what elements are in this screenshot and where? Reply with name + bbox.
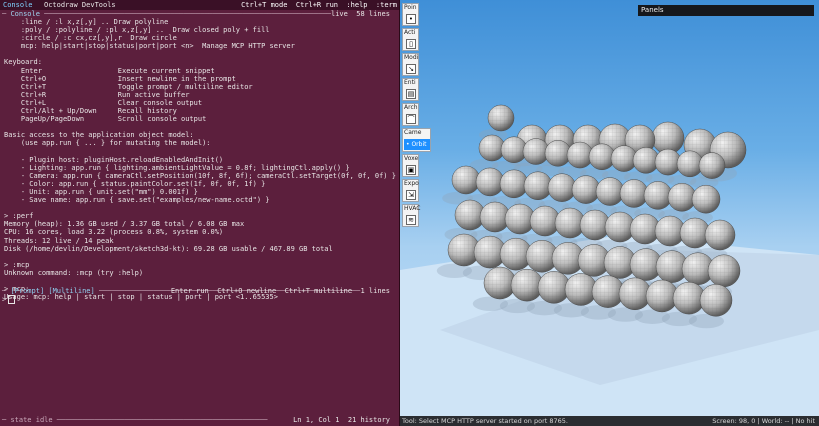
tab-console[interactable]: Console [3,0,33,10]
console-line: (use app.run { ... } for mutating the mo… [4,139,211,148]
export-icon: ⇲ [406,190,416,200]
console-line: - Save name: app.run { save.set("example… [4,196,270,205]
tool-export[interactable]: Expo ⇲ [402,179,419,202]
hvac-icon: ≋ [406,215,416,225]
orbit-button[interactable]: • Orbit [404,139,430,150]
hit-readout: Screen: 98, 0 | World: -- | No hit [712,417,815,425]
prompt-hints: Enter run Ctrl+O newline Ctrl+T multilin… [170,287,390,295]
console-line: Ctrl/Alt + Up/Down Recall history [4,107,177,116]
console-line: - Color: app.run { status.paintColor.set… [4,179,266,188]
prompt-mode-label: [Prompt] [Multiline] [10,287,95,295]
console-frame-title: ─ Console ──────────────────────────────… [2,10,390,18]
console-title: Console [10,10,40,18]
console-line-count: live 58 lines [330,10,390,18]
tool-palette: Poin • Acti ▯ Modi ↘ Enti ▤ Arch ⌒ Came • Orbi… [402,3,431,229]
viewport-3d[interactable]: Panels Poin • Acti ▯ Modi ↘ Enti ▤ Arch ⌒ Cam… [400,0,819,426]
console-line: - Unit: app.run { unit.set("mm") 0.001f)… [4,187,198,196]
console-line: :line / :l x,z[,y] .. Draw polyline [4,18,169,26]
tool-voxel[interactable]: Voxe ▣ [402,154,419,177]
console-line: - Camera: app.run { cameraCtl.setPositio… [4,171,396,180]
console-line: - Lighting: app.run { lighting.ambientLi… [4,163,350,172]
scene-canvas[interactable] [400,0,819,416]
cursor-position: Ln 1, Col 1 21 history [293,416,390,424]
entities-icon: ▤ [406,89,416,99]
console-line: Ctrl+O Insert newline in the prompt [4,74,236,83]
tab-devtools[interactable]: Octodraw DevTools [44,0,116,10]
shortcut-hints: Ctrl+T mode Ctrl+R run :help :term [241,1,397,9]
tool-entities[interactable]: Enti ▤ [402,78,419,101]
console-line: :poly / :polyline / :pl x,z[,y] .. Draw … [4,26,270,35]
tool-point[interactable]: Poin • [402,3,419,26]
console-line: Ctrl+L Clear console output [4,98,203,107]
tool-arch[interactable]: Arch ⌒ [402,103,419,126]
sphere-mesh [500,169,528,198]
voxel-icon: ▣ [406,165,416,175]
tool-camera[interactable]: Came • Orbit [402,128,431,152]
prompt-bar: ─ [Prompt] [Multiline] ─────────────────… [2,287,390,295]
prompt-input[interactable]: > [2,295,16,304]
sphere-mesh [692,185,720,214]
tool-actions[interactable]: Acti ▯ [402,28,419,51]
console-header: Console Octodraw DevTools Ctrl+T mode Ct… [0,0,400,10]
console-line: Basic access to the application object m… [4,131,194,140]
sphere-mesh [644,181,672,210]
tool-modify[interactable]: Modi ↘ [402,53,419,76]
sphere-mesh [705,220,735,250]
sphere-mesh [524,171,552,200]
console-line: Threads: 12 live / 14 peak [4,236,114,245]
sphere-mesh [572,175,600,204]
console-status-bar: ─ state idle ───────────────────────────… [2,416,390,424]
sphere-mesh [668,183,696,212]
sphere-mesh [708,254,740,287]
actions-icon: ▯ [406,39,416,49]
console-line: - Plugin host: pluginHost.reloadEnabledA… [4,155,224,164]
console-line: Ctrl+T Toggle prompt / multiline editor [4,82,253,91]
panels-button[interactable]: Panels [638,5,814,16]
point-icon: • [406,14,416,24]
console-line: Keyboard: [4,58,42,67]
sphere-mesh [699,152,725,179]
console-output[interactable]: :line / :l x,z[,y] .. Draw polyline :pol… [4,18,398,301]
app-window: Console Octodraw DevTools Ctrl+T mode Ct… [0,0,819,426]
console-line: > :mcp [4,260,30,269]
console-pane: Console Octodraw DevTools Ctrl+T mode Ct… [0,0,400,426]
sphere-mesh [548,173,576,202]
tool-hvac[interactable]: HVAC ≋ [402,204,420,227]
console-line: Enter Execute current snippet [4,66,215,75]
console-line: PageUp/PageDown Scroll console output [4,115,207,124]
arch-icon: ⌒ [406,114,416,124]
sphere-mesh [700,284,732,317]
console-line: mcp: help|start|stop|status|port|port <n… [4,42,295,51]
sphere-mesh [620,179,648,208]
sphere-mesh [452,166,480,194]
viewport-status-bar: Tool: Select MCP HTTP server started on … [400,416,819,426]
console-state: state idle [10,416,53,424]
status-message: Tool: Select MCP HTTP server started on … [402,417,568,425]
console-line: Disk (/home/devlin/Development/sketch3d-… [4,244,333,253]
modify-icon: ↘ [406,64,416,74]
sphere-mesh [596,177,624,206]
console-line: :circle / :c cx,cz[,y],r Draw circle [4,34,177,43]
console-line: Ctrl+R Run active buffer [4,90,190,99]
console-line: CPU: 16 cores, load 3.22 (process 0.8%, … [4,228,224,237]
console-line: Memory (heap): 1.36 GB used / 3.37 GB to… [4,220,245,229]
sphere-mesh [488,105,514,131]
console-line: > :perf [4,212,34,221]
text-cursor [8,295,16,304]
console-line: Unknown command: :mcp (try :help) [4,268,144,277]
sphere-mesh [476,167,504,196]
prompt-prefix: > [2,295,7,304]
